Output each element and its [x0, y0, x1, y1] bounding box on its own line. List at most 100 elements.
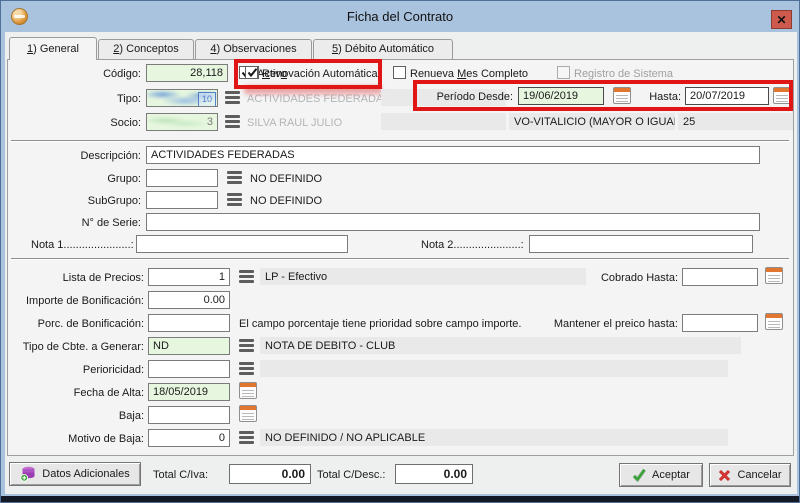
hasta-field[interactable]: 20/07/2019	[685, 87, 769, 105]
subgrupo-field[interactable]	[146, 191, 218, 209]
cobrado-hasta-label: Cobrado Hasta:	[561, 272, 678, 284]
importe-bonificacion-field[interactable]: 0.00	[148, 291, 230, 309]
socio-lookup-button[interactable]	[225, 115, 240, 128]
categoria-value-panel: 25	[678, 113, 793, 130]
baja-label: Baja:	[6, 410, 144, 422]
porc-bonificacion-field[interactable]	[148, 314, 230, 332]
tipo-cbte-lookup-button[interactable]	[239, 339, 254, 352]
renovacion-post: enovación Automática	[270, 68, 378, 80]
tab-conceptos[interactable]: 2) Conceptos	[98, 39, 194, 59]
nota2-field[interactable]	[529, 235, 753, 253]
nota2-label: Nota 2......................:	[421, 239, 524, 251]
tipo-description: ACTIVIDADES FEDERADAS	[247, 93, 391, 105]
grupo-label: Grupo:	[6, 173, 141, 185]
tab-debito-automatico[interactable]: 5) Débito Automático	[313, 39, 453, 59]
motivo-baja-label: Motivo de Baja:	[6, 433, 144, 445]
renueva-pre: Renueva	[410, 68, 457, 80]
cancel-x-icon	[718, 469, 731, 482]
mantener-precio-calendar-icon[interactable]	[765, 313, 783, 330]
renovacion-u: R	[262, 68, 270, 80]
close-button[interactable]: ✕	[771, 10, 792, 29]
hasta-label: Hasta:	[641, 91, 681, 103]
accept-check-icon	[632, 468, 646, 482]
fecha-alta-field[interactable]: 18/05/2019	[148, 383, 230, 401]
fecha-alta-label: Fecha de Alta:	[6, 387, 144, 399]
perioricidad-readonly-panel	[260, 360, 728, 377]
fecha-alta-calendar-icon[interactable]	[239, 382, 257, 399]
divider	[11, 140, 789, 142]
aceptar-button[interactable]: Aceptar	[619, 463, 703, 487]
total-desc-field: 0.00	[395, 464, 473, 484]
total-iva-field: 0.00	[229, 464, 311, 484]
lista-precios-description: LP - Efectivo	[260, 268, 586, 285]
renueva-checkbox-label: Renueva Mes Completo	[410, 68, 528, 80]
tab-general-label: ) General	[33, 43, 79, 55]
periodo-desde-label: Período Desde:	[421, 91, 513, 103]
contract-dialog: Ficha del Contrato ✕ 1) General 2) Conce…	[0, 0, 800, 503]
tipo-cbte-field[interactable]: ND	[148, 337, 230, 355]
lista-precios-lookup-button[interactable]	[239, 270, 254, 283]
database-add-icon	[20, 466, 36, 482]
codigo-field[interactable]: 28,118	[146, 64, 228, 82]
serie-label: N° de Serie:	[6, 217, 141, 229]
lista-precios-label: Lista de Precios:	[6, 272, 144, 284]
periodo-desde-calendar-icon[interactable]	[613, 87, 631, 104]
baja-calendar-icon[interactable]	[239, 405, 257, 422]
tab-debito-label: ) Débito Automático	[338, 43, 434, 55]
cancelar-button[interactable]: Cancelar	[709, 463, 791, 487]
mantener-precio-label: Mantener el preico hasta:	[521, 318, 678, 330]
hasta-calendar-icon[interactable]	[773, 87, 791, 104]
renovacion-automatica-checkbox[interactable]	[245, 66, 258, 79]
tipo-code: 10	[198, 92, 216, 107]
descripcion-field[interactable]: ACTIVIDADES FEDERADAS	[146, 146, 760, 164]
motivo-baja-field[interactable]: 0	[148, 429, 230, 447]
tipo-field[interactable]: 10	[146, 89, 218, 107]
motivo-baja-description: NO DEFINIDO / NO APLICABLE	[260, 429, 728, 446]
lista-precios-field[interactable]: 1	[148, 268, 230, 286]
tab-observaciones-label: ) Observaciones	[217, 43, 297, 55]
registro-checkbox-label: Registro de Sistema	[574, 68, 673, 80]
title-bar[interactable]: Ficha del Contrato ✕	[1, 1, 799, 32]
grupo-description: NO DEFINIDO	[250, 173, 322, 185]
tab-observaciones[interactable]: 4) Observaciones	[195, 39, 312, 59]
redaction-scribble	[147, 114, 207, 130]
tipo-lookup-button[interactable]	[225, 91, 240, 104]
perioricidad-label: Perioricidad:	[6, 364, 144, 376]
perioricidad-field[interactable]	[148, 360, 230, 378]
tipo-cbte-description: NOTA DE DEBITO - CLUB	[260, 337, 741, 354]
grupo-lookup-button[interactable]	[227, 171, 242, 184]
renovacion-checkbox-label: Renovación Automática	[262, 68, 378, 80]
subgrupo-label: SubGrupo:	[6, 195, 141, 207]
dialog-title: Ficha del Contrato	[1, 9, 799, 24]
subgrupo-lookup-button[interactable]	[227, 193, 242, 206]
socio-readonly-panel	[381, 113, 506, 130]
porc-bonificacion-label: Porc. de Bonificación:	[6, 318, 144, 330]
nota1-field[interactable]	[136, 235, 348, 253]
porc-hint-text: El campo porcentaje tiene prioridad sobr…	[239, 318, 521, 330]
perioricidad-lookup-button[interactable]	[239, 362, 254, 375]
periodo-desde-field[interactable]: 19/06/2019	[518, 87, 604, 105]
motivo-baja-lookup-button[interactable]	[239, 431, 254, 444]
cancelar-label: Cancelar	[737, 469, 781, 481]
mantener-precio-field[interactable]	[682, 314, 758, 332]
importe-bonificacion-label: Importe de Bonificación:	[6, 295, 144, 307]
renueva-u: M	[457, 68, 466, 80]
socio-label: Socio:	[6, 117, 141, 129]
tipo-cbte-label: Tipo de Cbte. a Generar:	[6, 341, 144, 353]
total-iva-label: Total C/Iva:	[153, 469, 208, 481]
tab-conceptos-label: ) Conceptos	[119, 43, 178, 55]
cobrado-hasta-calendar-icon[interactable]	[765, 267, 783, 284]
check-icon	[246, 66, 259, 79]
serie-field[interactable]	[146, 213, 760, 231]
registro-sistema-checkbox	[557, 66, 570, 79]
datos-adicionales-button[interactable]: Datos Adicionales	[9, 462, 141, 486]
divider	[11, 258, 789, 260]
aceptar-label: Aceptar	[652, 469, 690, 481]
tab-general[interactable]: 1) General	[9, 37, 97, 60]
cobrado-hasta-field[interactable]	[682, 268, 758, 286]
grupo-field[interactable]	[146, 169, 218, 187]
subgrupo-description: NO DEFINIDO	[250, 195, 322, 207]
renueva-post: es Completo	[466, 68, 528, 80]
renueva-mes-checkbox[interactable]	[393, 66, 406, 79]
baja-field[interactable]	[148, 406, 230, 424]
